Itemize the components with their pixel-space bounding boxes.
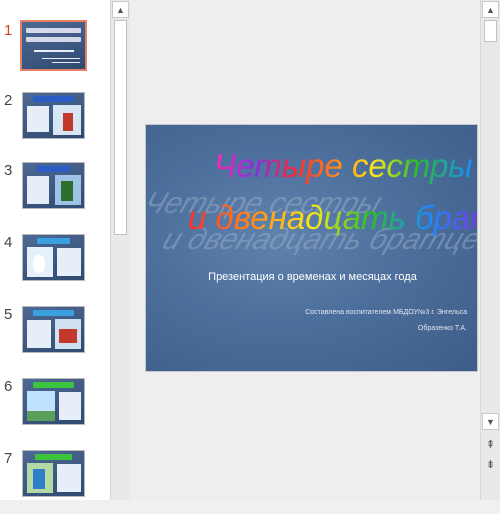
slide-editor: Четыре сестры и двенадцать братцев Четыр… bbox=[130, 0, 480, 500]
slide-number: 4 bbox=[4, 234, 13, 251]
thumbnail-row-5[interactable]: 5 bbox=[0, 306, 110, 370]
next-slide-button[interactable]: ⇟ bbox=[482, 456, 499, 473]
editor-scrollbar[interactable]: ▲ ▼ ⇞ ⇟ bbox=[480, 0, 500, 500]
slide-number: 6 bbox=[4, 378, 13, 395]
slide-author: Составлена воспитателем МБДОУ№3 г. Энгел… bbox=[305, 305, 467, 337]
slide-number: 3 bbox=[4, 162, 13, 179]
slide-title-line-1: Четыре сестры bbox=[214, 147, 473, 184]
slide-thumbnail-4[interactable] bbox=[22, 234, 85, 281]
triangle-down-icon: ▼ bbox=[486, 416, 495, 427]
slide-thumbnail-2[interactable] bbox=[22, 92, 85, 139]
slide-thumbnail-6[interactable] bbox=[22, 378, 85, 425]
slide-thumbnail-5[interactable] bbox=[22, 306, 85, 353]
scroll-up-button[interactable]: ▲ bbox=[482, 1, 499, 18]
thumbnail-row-3[interactable]: 3 bbox=[0, 162, 110, 226]
slide-subtitle: Презентация о временах и месяцах года bbox=[208, 271, 417, 283]
thumbnail-scrollbar[interactable]: ▲ bbox=[110, 0, 130, 500]
double-down-arrow-icon: ⇟ bbox=[485, 459, 496, 471]
slide-number: 5 bbox=[4, 306, 13, 323]
slide-author-line-1: Составлена воспитателем МБДОУ№3 г. Энгел… bbox=[305, 309, 467, 316]
slide-author-line-2: Образенко Т.А. bbox=[417, 325, 467, 332]
triangle-up-icon: ▲ bbox=[486, 4, 495, 15]
thumbnail-row-1[interactable]: 1 bbox=[0, 20, 110, 86]
slide-title-line-2: и двенадцать братцев bbox=[188, 199, 478, 236]
slide-thumbnail-panel: 1 2 3 4 5 6 7 bbox=[0, 0, 110, 500]
slide-thumbnail-1[interactable] bbox=[20, 20, 87, 71]
double-up-arrow-icon: ⇞ bbox=[485, 439, 496, 451]
scroll-down-button[interactable]: ▼ bbox=[482, 413, 499, 430]
current-slide[interactable]: Четыре сестры и двенадцать братцев Четыр… bbox=[145, 124, 478, 372]
thumbnail-row-7[interactable]: 7 bbox=[0, 450, 110, 514]
slide-number: 2 bbox=[4, 92, 13, 109]
thumbnail-row-2[interactable]: 2 bbox=[0, 92, 110, 156]
thumbnail-row-6[interactable]: 6 bbox=[0, 378, 110, 442]
triangle-up-icon: ▲ bbox=[116, 4, 125, 15]
scroll-up-button[interactable]: ▲ bbox=[112, 1, 129, 18]
slide-number: 1 bbox=[4, 22, 13, 39]
slide-number: 7 bbox=[4, 450, 13, 467]
thumbnail-row-4[interactable]: 4 bbox=[0, 234, 110, 298]
slide-thumbnail-7[interactable] bbox=[22, 450, 85, 497]
slide-thumbnail-3[interactable] bbox=[22, 162, 85, 209]
scrollbar-thumb[interactable] bbox=[114, 20, 127, 235]
scrollbar-thumb[interactable] bbox=[484, 20, 497, 42]
previous-slide-button[interactable]: ⇞ bbox=[482, 436, 499, 453]
